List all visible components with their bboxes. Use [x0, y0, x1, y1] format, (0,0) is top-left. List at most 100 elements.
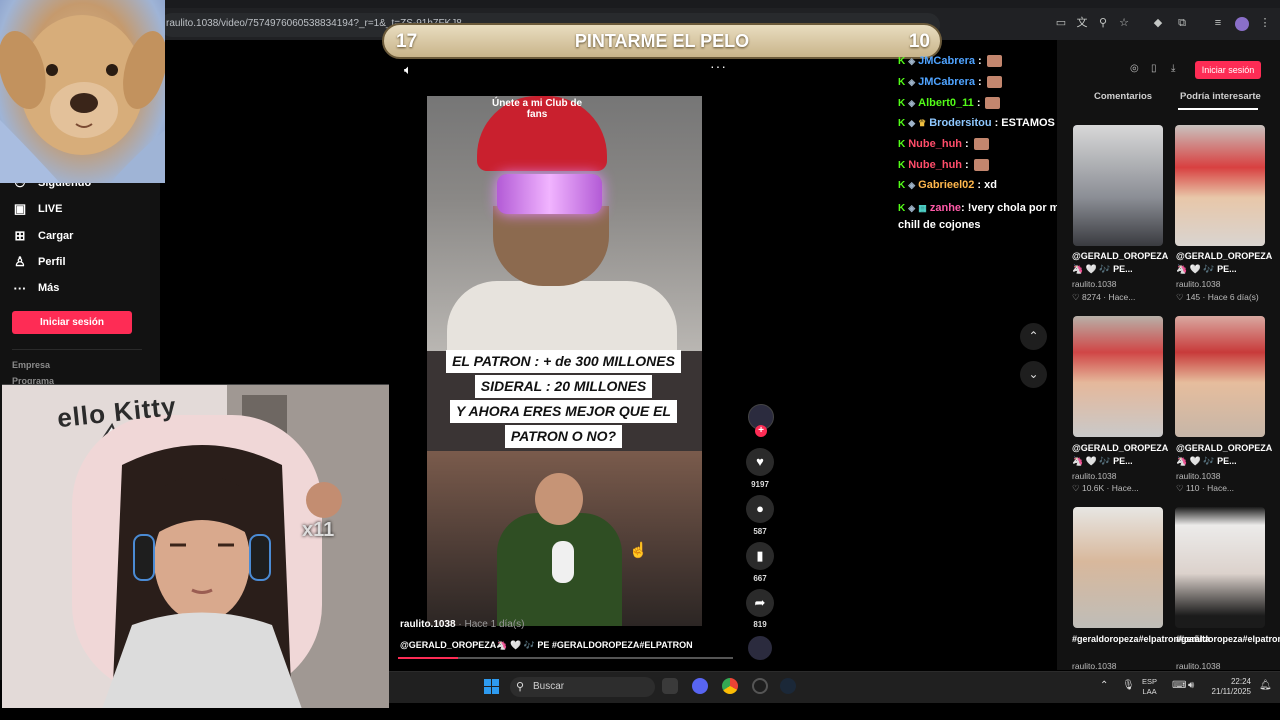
speed-icon[interactable]: ◎ [1130, 63, 1139, 74]
like-heart-icon[interactable]: ♥ [746, 448, 774, 476]
login-button[interactable]: Iniciar sesión [12, 311, 132, 334]
thumbnail-user[interactable]: raulito.1038 [1176, 661, 1220, 671]
sidebar-item-profile[interactable]: ♙ Perfil [12, 252, 65, 272]
stream-goal-banner: 17 PINTARME EL PELO 10 [382, 23, 942, 59]
volume-icon[interactable]: 🔈︎ [404, 62, 412, 78]
overlay-line-1: EL PATRON : + de 300 MILLONES [446, 350, 681, 373]
emote-icon [973, 138, 989, 150]
thumbnail-stats: ♡ 110 · Hace... [1176, 483, 1235, 493]
chat-username: JMCabrera [918, 55, 976, 67]
thumbnail-title[interactable]: @GERALD_OROPEZA🦄 🤍 🎶 PE... [1072, 442, 1168, 468]
sub-badge-icon: ◈ [908, 76, 916, 87]
cast-icon[interactable]: ▭ [1054, 16, 1068, 30]
network-icon[interactable]: ⌨ [1172, 680, 1186, 691]
system-clock[interactable]: 22:24 21/11/2025 [1207, 677, 1251, 697]
video-lower-scene [427, 451, 702, 626]
bookmark-icon[interactable]: ▮ [746, 542, 774, 570]
chat-username: Albert0_11 [918, 97, 974, 109]
live-icon: ▣ [13, 201, 27, 216]
thumbnail-title[interactable]: @GERALD_OROPEZA🦄 🤍 🎶 PE... [1176, 250, 1272, 276]
bookmark-star-icon[interactable]: ☆ [1117, 16, 1131, 30]
recommended-thumbnail[interactable] [1175, 316, 1265, 437]
share-count: 819 [753, 620, 767, 629]
browser-menu-icon[interactable]: ⋮ [1258, 16, 1272, 30]
multiplier-badge: x11 [302, 519, 335, 541]
keyboard-language[interactable]: ESP LAA [1142, 677, 1157, 697]
recommended-thumbnail[interactable] [1175, 125, 1265, 246]
video-caption: @GERALD_OROPEZA🦄 🤍 🎶 PE #GERALDOROPEZA#E… [400, 640, 693, 650]
kick-badge-icon: K [898, 138, 906, 150]
comment-count: 587 [753, 527, 767, 536]
thumbnail-title[interactable]: #geraldoropeza#elpatron [1176, 633, 1280, 646]
video-upper-scene: Únete a mi Club de fans [427, 96, 702, 361]
more-icon: ··· [13, 280, 27, 296]
footer-link-company[interactable]: Empresa [12, 360, 50, 370]
obs-icon[interactable] [752, 678, 768, 694]
chat-text: : [976, 97, 981, 109]
chat-username: JMCabrera [918, 76, 976, 88]
puzzle-icon[interactable]: ⧉ [1175, 16, 1189, 30]
video-player[interactable]: Únete a mi Club de fans EL PATRON : + de… [427, 96, 702, 626]
share-icon[interactable]: ➦ [746, 589, 774, 617]
kick-badge-icon: K [898, 117, 906, 129]
follow-plus-icon[interactable]: + [755, 425, 767, 437]
comment-icon[interactable]: ● [746, 495, 774, 523]
browser-tab-strip [0, 0, 1280, 8]
save-count: 667 [753, 574, 767, 583]
windows-start-icon[interactable] [484, 679, 499, 694]
thumbnail-user[interactable]: raulito.1038 [1176, 471, 1220, 481]
chat-username: Nube_huh [908, 159, 963, 171]
zoom-icon[interactable]: ⚲ [1096, 16, 1110, 30]
recommended-thumbnail[interactable] [1073, 316, 1163, 437]
extension-icon[interactable]: ◆ [1151, 16, 1165, 30]
login-button-top[interactable]: Iniciar sesión [1195, 61, 1261, 79]
search-icon: ⚲ [516, 681, 525, 693]
speaker-icon[interactable]: 🔊︎ [1188, 680, 1194, 691]
recommended-thumbnail[interactable] [1073, 125, 1163, 246]
music-disc-icon[interactable] [748, 636, 772, 660]
notification-bell-icon[interactable]: 🔔︎ [1259, 680, 1272, 691]
sidebar-item-upload[interactable]: ⊞ Cargar [12, 226, 74, 246]
device-icon[interactable]: ▯ [1151, 63, 1157, 74]
chat-username: zanhe [929, 202, 962, 214]
download-icon[interactable]: ⤓ [1171, 63, 1175, 74]
tab-comments[interactable]: Comentarios [1094, 91, 1152, 102]
taskbar-search-box[interactable] [510, 677, 655, 697]
streamer-webcam-overlay: ello Kitty x11 [2, 384, 389, 708]
overlay-line-4: PATRON O NO? [504, 425, 623, 448]
chrome-icon[interactable] [722, 678, 738, 694]
chat-message: K Nube_huh : [898, 138, 989, 150]
sidebar-item-more[interactable]: ··· Más [12, 278, 60, 298]
thumbnail-user[interactable]: raulito.1038 [1072, 471, 1116, 481]
tray-chevron-up-icon[interactable]: ⌃ [1100, 680, 1108, 691]
chevron-up-icon[interactable]: ⌃ [1020, 323, 1047, 350]
sidebar-item-live[interactable]: ▣ LIVE [12, 199, 63, 219]
thumbnail-user[interactable]: raulito.1038 [1176, 279, 1220, 289]
steam-icon[interactable] [780, 678, 796, 694]
recommended-thumbnail[interactable] [1073, 507, 1163, 628]
chevron-down-icon[interactable]: ⌄ [1020, 361, 1047, 388]
discord-icon[interactable] [692, 678, 708, 694]
task-view-icon[interactable] [662, 678, 678, 694]
thumbnail-user[interactable]: raulito.1038 [1072, 279, 1116, 289]
thumbnail-user[interactable]: raulito.1038 [1072, 661, 1116, 671]
sidebar-item-label: LIVE [38, 203, 63, 215]
tab-recommended[interactable]: Podría interesarte [1180, 91, 1261, 102]
thumbnail-title[interactable]: @GERALD_OROPEZA🦄 🤍 🎶 PE... [1072, 250, 1168, 276]
recommended-thumbnail[interactable] [1175, 507, 1265, 628]
chat-text: : [978, 76, 982, 88]
author-name[interactable]: raulito.1038 [400, 619, 456, 630]
browser-profile-avatar[interactable] [1235, 17, 1249, 31]
media-icon[interactable]: ≡ [1211, 16, 1225, 30]
translate-icon[interactable]: 文 [1075, 16, 1089, 30]
taskbar-search-label[interactable]: Buscar [533, 681, 564, 692]
emote-icon [973, 159, 989, 171]
video-author[interactable]: raulito.1038 · Hace 1 día(s) [400, 619, 525, 630]
thumbnail-title[interactable]: #geraldoropeza#elpatron#cañita [1072, 633, 1210, 646]
more-options-icon[interactable]: ··· [710, 58, 727, 74]
microphone-icon[interactable]: 🎙︎ [1122, 680, 1135, 691]
chat-text: : [965, 159, 969, 171]
banner-title: PINTARME EL PELO [574, 31, 750, 51]
emote-icon [986, 76, 1002, 88]
thumbnail-title[interactable]: @GERALD_OROPEZA🦄 🤍 🎶 PE... [1176, 442, 1272, 468]
